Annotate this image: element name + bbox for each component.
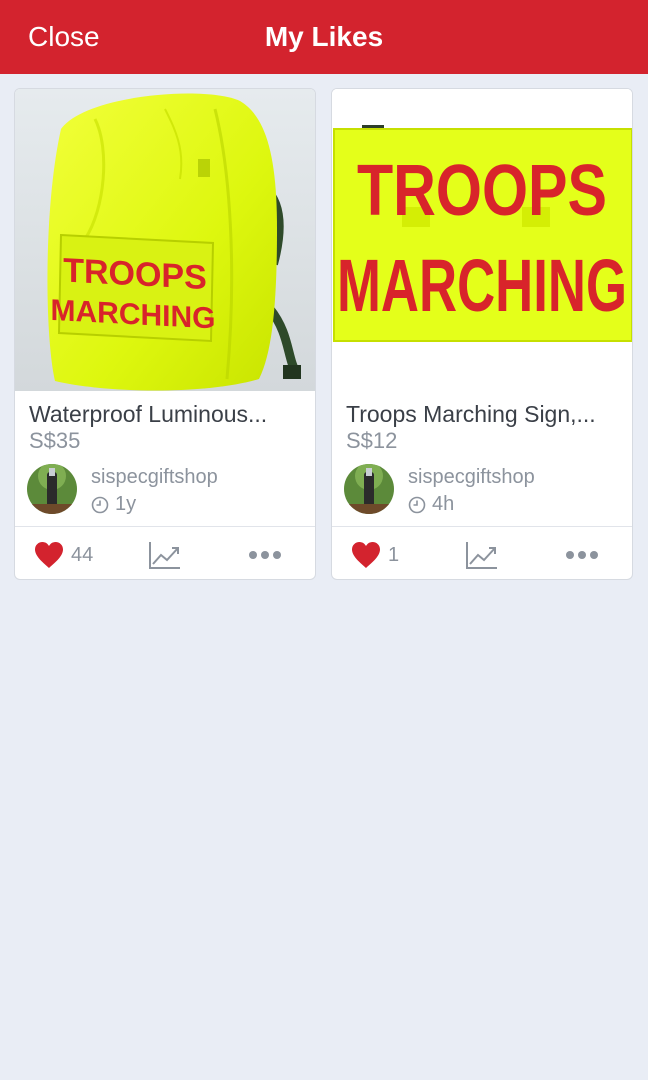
line-chart-icon[interactable] [465,540,499,570]
like-count: 1 [388,544,400,566]
listing-price: S$35 [29,428,81,453]
divider [15,526,315,527]
seller-avatar[interactable] [27,464,77,514]
divider [332,526,632,527]
clock-icon [408,496,426,514]
page-title: My Likes [264,21,384,52]
listing-age: 4h [432,493,455,515]
listing-title[interactable]: Troops Marching Sign,... [346,399,622,429]
more-dots-icon[interactable] [248,543,282,567]
like-count: 44 [71,544,94,566]
listing-photo[interactable]: TROOPS MARCHING [15,89,315,391]
sign-text-troops: TROOPS [63,252,207,297]
listing-title[interactable]: Waterproof Luminous... [29,399,305,429]
like-button[interactable]: 44 [33,537,93,573]
troops-marching-sign-image: TROOPS MARCHING [332,89,632,391]
sign-text-marching: MARCHING [337,244,627,327]
seller-avatar[interactable] [344,464,394,514]
listing-card[interactable]: TROOPS MARCHING Waterproof Luminous... S… [14,88,316,580]
backpack-rain-cover-image: TROOPS MARCHING [15,89,315,391]
seller-name[interactable]: sispecgiftshop [408,464,535,490]
seller-name[interactable]: sispecgiftshop [91,464,218,490]
listing-photo[interactable]: TROOPS MARCHING [332,89,632,391]
heart-icon [352,542,380,568]
listing-age: 1y [115,493,137,515]
heart-icon [35,542,63,568]
top-nav-bar: Close My Likes [0,0,648,74]
line-chart-icon[interactable] [148,540,182,570]
like-button[interactable]: 1 [350,537,399,573]
clock-icon [91,496,109,514]
sign-text-troops: TROOPS [357,151,607,231]
listing-price: S$12 [346,428,398,453]
more-dots-icon[interactable] [565,543,599,567]
listing-card[interactable]: TROOPS MARCHING Troops Marching Sign,...… [331,88,633,580]
